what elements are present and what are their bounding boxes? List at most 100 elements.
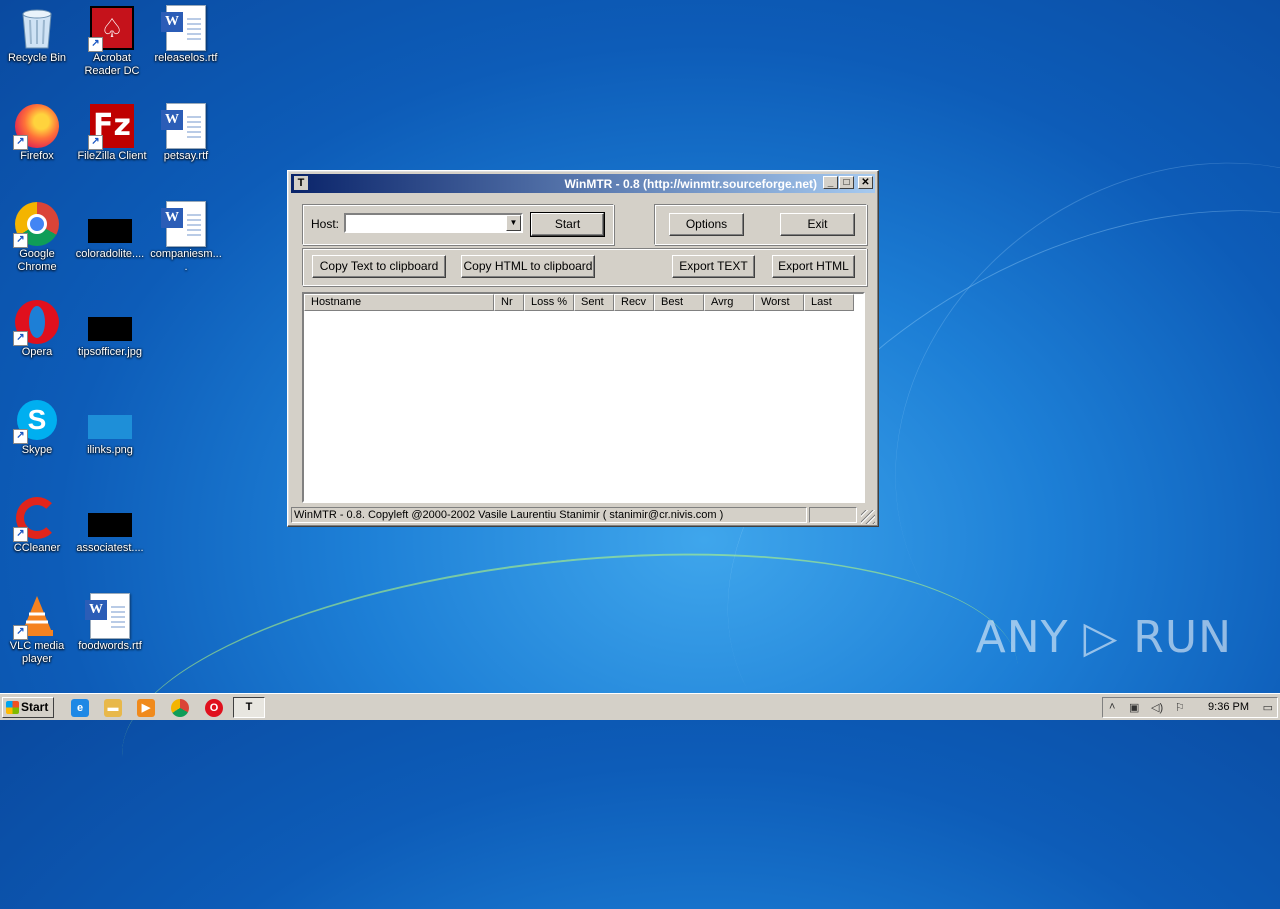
desktop-icon-label: companiesm.... — [150, 248, 222, 273]
filezilla-icon: Fz ↗ — [88, 104, 134, 150]
desktop-icon-companiesm[interactable]: W companiesm.... — [149, 196, 223, 274]
network-icon[interactable]: ▣ — [1129, 701, 1139, 714]
column-hostname[interactable]: Hostname — [304, 294, 494, 311]
desktop-icon-label: FileZilla Client — [77, 150, 147, 162]
title-bar[interactable]: T WinMTR - 0.8 (http://winmtr.sourceforg… — [291, 174, 875, 193]
desktop-icon-chrome[interactable]: ↗ Google Chrome — [0, 196, 74, 274]
desktop-icon-acrobat[interactable]: ♤ ↗ Acrobat Reader DC — [75, 0, 149, 78]
chrome-taskbar-icon[interactable] — [171, 699, 189, 717]
results-table[interactable]: Hostname Nr Loss % Sent Recv Best Avrg W… — [302, 292, 865, 503]
export-text-button[interactable]: Export TEXT — [672, 255, 755, 278]
action-center-flag-icon[interactable]: ⚐ — [1175, 701, 1185, 714]
anyrun-watermark: ANY ▷ RUN — [975, 612, 1232, 663]
desktop-icon-label: petsay.rtf — [163, 150, 209, 162]
host-combobox[interactable]: ▼ — [344, 213, 523, 233]
host-label: Host: — [311, 217, 340, 231]
desktop-icon-label: ilinks.png — [87, 444, 133, 456]
desktop-icon-label: Firefox — [20, 150, 54, 162]
column-avrg[interactable]: Avrg — [704, 294, 754, 311]
desktop-icon-label: VLC media player — [9, 640, 65, 665]
start-button[interactable]: Start — [530, 212, 605, 237]
image-thumbnail-icon — [88, 300, 132, 344]
status-pane-2 — [809, 507, 857, 523]
taskbar: Start e ▬ ▶ O T ˄ ▣ ◁) ⚐ 9:36 PM ▭ — [0, 693, 1280, 720]
firefox-icon: ↗ — [13, 104, 59, 150]
start-button-taskbar[interactable]: Start — [2, 697, 54, 718]
explorer-folder-icon[interactable]: ▬ — [104, 699, 122, 717]
window-title: WinMTR - 0.8 (http://winmtr.sourceforge.… — [564, 177, 817, 191]
desktop-icon-label: associatest.... — [76, 542, 144, 554]
desktop-icon-skype[interactable]: S ↗ Skype — [0, 392, 74, 457]
exit-button[interactable]: Exit — [780, 213, 855, 236]
desktop-icon-firefox[interactable]: ↗ Firefox — [0, 98, 74, 163]
word-document-icon: W — [161, 5, 208, 51]
opera-taskbar-icon[interactable]: O — [205, 699, 223, 717]
media-player-icon[interactable]: ▶ — [137, 699, 155, 717]
chrome-icon: ↗ — [13, 202, 59, 248]
image-thumbnail-icon — [88, 496, 132, 540]
image-thumbnail-icon — [88, 398, 132, 442]
desktop-icon-label: Recycle Bin — [7, 52, 67, 64]
desktop-icon-ccleaner[interactable]: ↗ CCleaner — [0, 490, 74, 555]
volume-icon[interactable]: ◁) — [1151, 701, 1163, 714]
options-button[interactable]: Options — [669, 213, 744, 236]
desktop-icon-recycle-bin[interactable]: Recycle Bin — [0, 0, 74, 65]
word-document-icon: W — [85, 593, 132, 639]
status-bar: WinMTR - 0.8. Copyleft @2000-2002 Vasile… — [291, 507, 875, 524]
desktop-icon-label: CCleaner — [13, 542, 61, 554]
system-tray: ˄ ▣ ◁) ⚐ 9:36 PM ▭ — [1102, 697, 1278, 718]
desktop-icon-coloradolite[interactable]: coloradolite.... — [73, 196, 147, 261]
column-worst[interactable]: Worst — [754, 294, 804, 311]
show-desktop-icon[interactable]: ▭ — [1263, 701, 1273, 714]
column-last[interactable]: Last — [804, 294, 854, 311]
minimize-button[interactable]: _ — [823, 176, 838, 189]
desktop-icon-foodwords[interactable]: W foodwords.rtf — [73, 588, 147, 653]
recycle-bin-icon — [15, 6, 59, 50]
column-best[interactable]: Best — [654, 294, 704, 311]
desktop-icon-label: Google Chrome — [17, 248, 57, 273]
desktop-icon-label: coloradolite.... — [75, 248, 145, 260]
copy-html-button[interactable]: Copy HTML to clipboard — [461, 255, 595, 278]
desktop-icon-label: tipsofficer.jpg — [77, 346, 142, 358]
table-header: Hostname Nr Loss % Sent Recv Best Avrg W… — [304, 294, 863, 311]
column-recv[interactable]: Recv — [614, 294, 654, 311]
winmtr-window: T WinMTR - 0.8 (http://winmtr.sourceforg… — [287, 170, 879, 527]
desktop-icon-releaselos[interactable]: W releaselos.rtf — [149, 0, 223, 65]
close-button[interactable]: ✕ — [858, 176, 873, 189]
windows-flag-icon — [6, 701, 19, 714]
desktop-icon-filezilla[interactable]: Fz ↗ FileZilla Client — [75, 98, 149, 163]
opera-icon: ↗ — [13, 300, 59, 346]
desktop-icon-associatest[interactable]: associatest.... — [73, 490, 147, 555]
desktop-icon-vlc[interactable]: ↗ VLC media player — [0, 588, 74, 666]
desktop-icon-ilinks[interactable]: ilinks.png — [73, 392, 147, 457]
app-icon[interactable]: T — [294, 176, 308, 190]
maximize-button[interactable]: □ — [839, 176, 854, 189]
column-nr[interactable]: Nr — [494, 294, 524, 311]
desktop-icon-opera[interactable]: ↗ Opera — [0, 294, 74, 359]
desktop-icon-label: releaselos.rtf — [154, 52, 218, 64]
copy-text-button[interactable]: Copy Text to clipboard — [312, 255, 446, 278]
word-document-icon: W — [161, 201, 208, 247]
desktop-icon-label: foodwords.rtf — [78, 640, 142, 652]
resize-grip[interactable] — [861, 510, 875, 524]
export-html-button[interactable]: Export HTML — [772, 255, 855, 278]
column-sent[interactable]: Sent — [574, 294, 614, 311]
desktop-icon-tipsofficer[interactable]: tipsofficer.jpg — [73, 294, 147, 359]
acrobat-icon: ♤ ↗ — [88, 6, 134, 52]
skype-icon: S ↗ — [13, 398, 59, 444]
internet-explorer-icon[interactable]: e — [71, 699, 89, 717]
vlc-icon: ↗ — [13, 594, 59, 640]
desktop-icon-label: Acrobat Reader DC — [84, 52, 140, 77]
desktop-icon-petsay[interactable]: W petsay.rtf — [149, 98, 223, 163]
clock[interactable]: 9:36 PM — [1208, 701, 1249, 713]
chevron-down-icon[interactable]: ▼ — [506, 215, 521, 231]
column-loss[interactable]: Loss % — [524, 294, 574, 311]
word-document-icon: W — [161, 103, 208, 149]
ccleaner-icon: ↗ — [13, 496, 59, 542]
start-label: Start — [21, 700, 49, 714]
desktop-icon-label: Skype — [21, 444, 53, 456]
winmtr-taskbar-button[interactable]: T — [233, 697, 265, 718]
status-text: WinMTR - 0.8. Copyleft @2000-2002 Vasile… — [291, 507, 807, 523]
tray-expand-icon[interactable]: ˄ — [1109, 701, 1115, 713]
image-thumbnail-icon — [88, 202, 132, 246]
